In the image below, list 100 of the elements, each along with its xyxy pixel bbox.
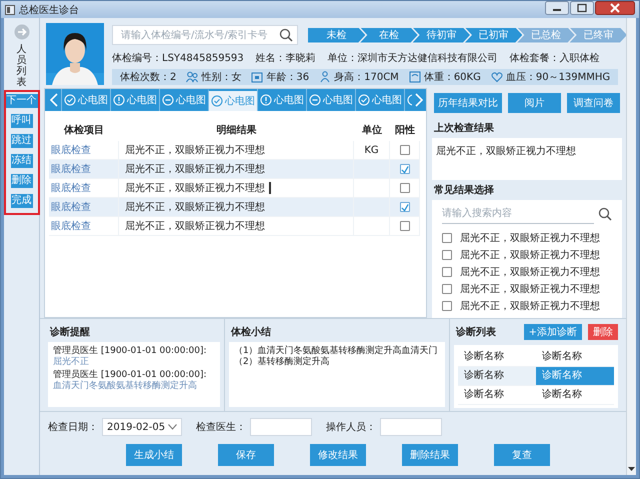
checkbox[interactable] (400, 183, 410, 193)
checkbox[interactable] (442, 284, 452, 294)
stat-text: 身高：170CM (334, 70, 399, 84)
list-cell[interactable]: 诊断名称 (536, 367, 614, 386)
sidebar-title[interactable]: 人员列表 (16, 44, 26, 88)
option-label[interactable]: 屈光不正，双眼矫正视力不理想 (460, 264, 600, 278)
check-icon (400, 202, 408, 212)
sidebar-button[interactable]: 冻结 (10, 154, 32, 168)
stat-text: 年龄：36 (266, 70, 310, 84)
option-label[interactable]: 屈光不正，双眼矫正视力不理想 (460, 298, 600, 312)
section-title: 上次检查结果 (433, 122, 495, 136)
action-button[interactable]: 调查问卷 (567, 93, 620, 113)
option-label[interactable]: 屈光不正，双眼矫正视力不理想 (460, 282, 600, 296)
people-icon (186, 71, 198, 83)
checkbox[interactable] (400, 164, 410, 174)
window-title: 总检医生诊台 (19, 4, 80, 16)
reminder-author: 管理员医生 [1900-01-01 00:00:00]: (53, 370, 208, 380)
chevron-right-icon (415, 93, 423, 107)
field-label: 操作人员： (326, 421, 376, 434)
input-field[interactable] (380, 418, 442, 436)
stat-text: 体重：60KG (424, 70, 481, 84)
action-button[interactable]: 保存 (218, 444, 274, 466)
scrollbar[interactable] (626, 18, 636, 475)
person-icon (319, 71, 332, 83)
check-circle-icon (358, 94, 370, 106)
field-label: 检查医生： (196, 420, 246, 434)
minimize-icon (545, 1, 569, 15)
sidebar-button[interactable]: 跳过 (10, 134, 32, 148)
sidebar-button[interactable]: 呼叫 (10, 114, 32, 128)
check-icon (400, 164, 408, 174)
checkbox[interactable] (400, 202, 410, 212)
info-text: 单位：深圳市天方达健信科技有限公司 (328, 52, 498, 65)
delete-button[interactable]: 删除 (588, 324, 618, 340)
info-text: 姓名：李晓莉 (256, 52, 316, 65)
status-step: 待初审 (412, 28, 470, 42)
status-step: 已终审 (570, 28, 627, 42)
minus-circle-icon (162, 94, 174, 106)
checkbox[interactable] (400, 221, 410, 231)
column-header: 单位 (361, 124, 383, 138)
close-icon (595, 1, 635, 15)
list-cell[interactable]: 诊断名称 (458, 386, 536, 405)
table-cell: 屈光不正，双眼矫正视力不理想 (119, 217, 354, 236)
app-icon (5, 4, 15, 14)
stat-text: 性别：女 (201, 70, 242, 84)
table-cell: 眼底检查 (49, 160, 119, 179)
reminder-author: 管理员医生 [1900-01-01 00:00:00]: (53, 346, 208, 356)
section-title: 常见结果选择 (433, 184, 495, 198)
checkbox[interactable] (400, 145, 410, 155)
section-title: 诊断提醒 (48, 326, 91, 340)
option-label[interactable]: 屈光不正，双眼矫正视力不理想 (460, 230, 600, 244)
status-step: 在检 (360, 28, 418, 42)
field-label: 检查日期： (48, 420, 98, 434)
input-field[interactable] (250, 418, 312, 436)
action-button[interactable]: 修改结果 (310, 444, 366, 466)
search-icon (279, 28, 293, 42)
checkbox[interactable] (442, 300, 452, 310)
sidebar-button[interactable]: 完成 (10, 194, 32, 208)
search-field[interactable]: 请输入搜索内容 (442, 204, 594, 224)
down-arrow-icon (628, 467, 635, 472)
summary-line: （2）基转移酶测定升高 (234, 357, 331, 368)
status-step: 未检 (308, 28, 366, 42)
checkbox[interactable] (442, 250, 452, 260)
action-button[interactable]: 复查 (494, 444, 550, 466)
date-field[interactable]: 2019-02-05 (102, 418, 182, 436)
stat-text: 体检次数：2 (120, 70, 176, 84)
result-text: 屈光不正，双眼矫正视力不理想 (436, 144, 577, 158)
reminder-note: 屈光不正 (53, 357, 90, 368)
caret-icon (168, 424, 177, 430)
sidebar-button[interactable]: 删除 (10, 174, 32, 188)
section-title: 诊断列表 (454, 326, 497, 340)
chevron-left-icon (50, 93, 58, 107)
table-cell: 屈光不正，双眼矫正视力不理想 (119, 160, 354, 179)
maximize-icon (570, 1, 594, 15)
add-diagnosis-button[interactable]: +添加诊断 (524, 324, 582, 340)
info-text: 体检编号：LSY4845859593 (112, 52, 244, 65)
heart-icon (490, 71, 503, 83)
sidebar-button[interactable]: 下一个 (6, 94, 38, 108)
action-button[interactable]: 历年结果对比 (434, 93, 502, 113)
status-step: 已初审 (464, 28, 522, 42)
checkbox[interactable] (442, 266, 452, 276)
column-header: 阳性 (394, 124, 416, 138)
summary-line: （1）血清天门冬氨酸氨基转移酶测定升高血清天门 (234, 346, 439, 356)
column-header: 明细结果 (216, 124, 258, 138)
action-button[interactable]: 生成小结 (126, 444, 182, 466)
table-cell: 眼底检查 (49, 198, 119, 217)
table-cell: 眼底检查 (49, 217, 119, 236)
check-circle-icon (211, 95, 223, 107)
list-cell[interactable]: 诊断名称 (536, 386, 614, 405)
action-button[interactable]: 删除结果 (402, 444, 458, 466)
info-text: 体检套餐：入职体检 (510, 52, 600, 65)
search-icon (598, 207, 612, 221)
option-label[interactable]: 屈光不正，双眼矫正视力不理想 (460, 248, 600, 262)
reminder-note: 血清天门冬氨酸氨基转移酶测定升高 (53, 381, 198, 392)
minus-circle-icon (309, 94, 321, 106)
checkbox[interactable] (442, 232, 452, 242)
tab[interactable]: 心电图 (208, 89, 257, 111)
column-header: 体检项目 (62, 124, 105, 138)
section-title: 体检小结 (230, 326, 272, 340)
list-cell[interactable]: 诊断名称 (458, 367, 536, 386)
action-button[interactable]: 阅片 (508, 93, 561, 113)
